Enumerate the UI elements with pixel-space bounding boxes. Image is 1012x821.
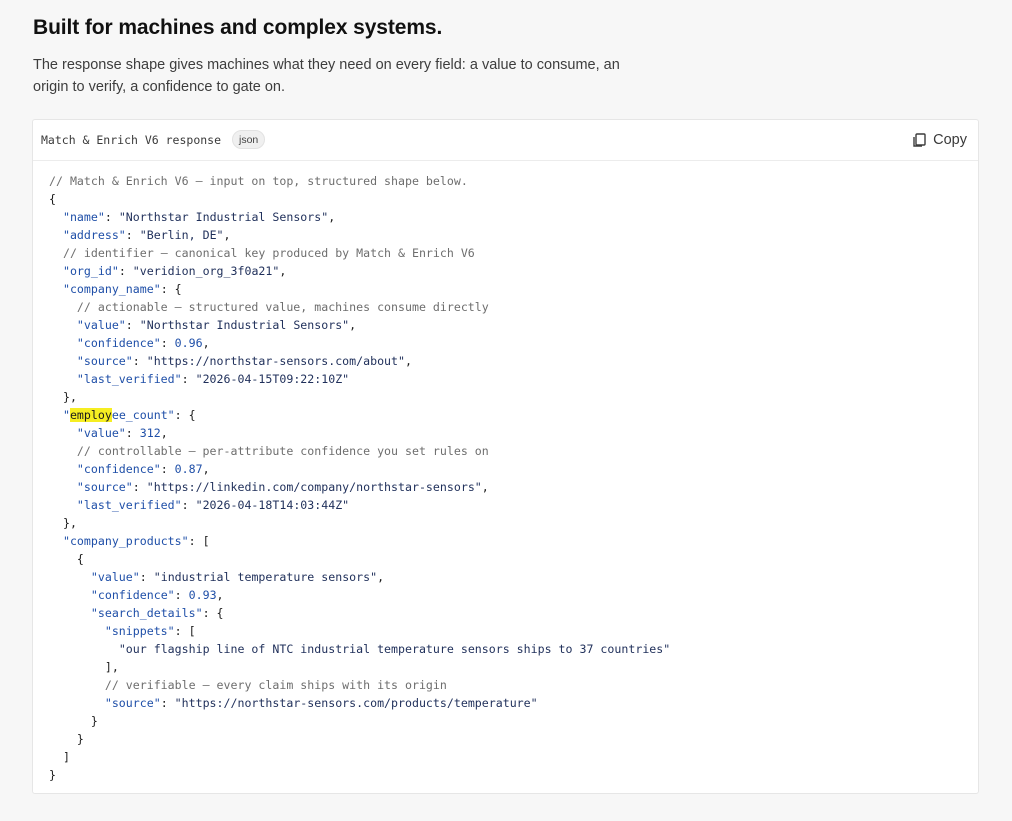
search-highlight: employ	[69, 408, 112, 422]
code-content[interactable]: // Match & Enrich V6 — input on top, str…	[49, 172, 670, 784]
code-line: "value": "industrial temperature sensors…	[90, 570, 385, 584]
code-line: "confidence": 0.87,	[76, 462, 210, 476]
code-line: "source": "https://northstar-sensors.com…	[104, 696, 538, 710]
code-line: "company_products": [	[62, 534, 210, 548]
code-line: // controllable — per-attribute confiden…	[76, 444, 489, 458]
code-line: "org_id": "veridion_org_3f0a21",	[62, 264, 287, 278]
code-line: "company_name": {	[62, 282, 182, 296]
code-line: "snippets": [	[104, 624, 196, 638]
code-line: // actionable — structured value, machin…	[76, 300, 489, 314]
copy-button[interactable]: Copy	[911, 129, 967, 151]
code-block-header: Match & Enrich V6 response json Copy	[33, 120, 978, 161]
page: Built for machines and complex systems. …	[0, 0, 1012, 821]
code-line: "search_details": {	[90, 606, 224, 620]
code-line: "our flagship line of NTC industrial tem…	[118, 642, 671, 656]
section-title: Built for machines and complex systems.	[33, 16, 443, 39]
code-line: "name": "Northstar Industrial Sensors",	[62, 210, 336, 224]
copy-label: Copy	[933, 132, 967, 148]
code-line: }	[90, 714, 98, 728]
code-line: "value": 312,	[76, 426, 168, 440]
language-badge: json	[232, 130, 266, 149]
code-line: "source": "https://linkedin.com/company/…	[76, 480, 489, 494]
code-line: ]	[62, 750, 70, 764]
code-line: },	[62, 390, 77, 404]
code-block: Match & Enrich V6 response json Copy // …	[32, 119, 979, 794]
code-line: // verifiable — every claim ships with i…	[104, 678, 447, 692]
code-line: }	[49, 768, 56, 782]
code-line: },	[62, 516, 77, 530]
code-line: "employee_count": {	[62, 408, 196, 422]
code-line: ],	[104, 660, 119, 674]
code-line: }	[76, 732, 84, 746]
code-line: "last_verified": "2026-04-15T09:22:10Z"	[76, 372, 350, 386]
code-line: {	[76, 552, 84, 566]
code-line: {	[49, 192, 56, 206]
code-line: // identifier — canonical key produced b…	[62, 246, 475, 260]
code-line: // Match & Enrich V6 — input on top, str…	[49, 174, 468, 188]
code-block-title: Match & Enrich V6 response	[41, 133, 222, 147]
code-line: "source": "https://northstar-sensors.com…	[76, 354, 412, 368]
code-line: "address": "Berlin, DE",	[62, 228, 231, 242]
code-line: "confidence": 0.96,	[76, 336, 210, 350]
code-line: "value": "Northstar Industrial Sensors",	[76, 318, 357, 332]
code-line: "last_verified": "2026-04-18T14:03:44Z"	[76, 498, 350, 512]
code-line: "confidence": 0.93,	[90, 588, 224, 602]
copy-icon	[911, 132, 927, 148]
section-description: The response shape gives machines what t…	[33, 57, 620, 95]
